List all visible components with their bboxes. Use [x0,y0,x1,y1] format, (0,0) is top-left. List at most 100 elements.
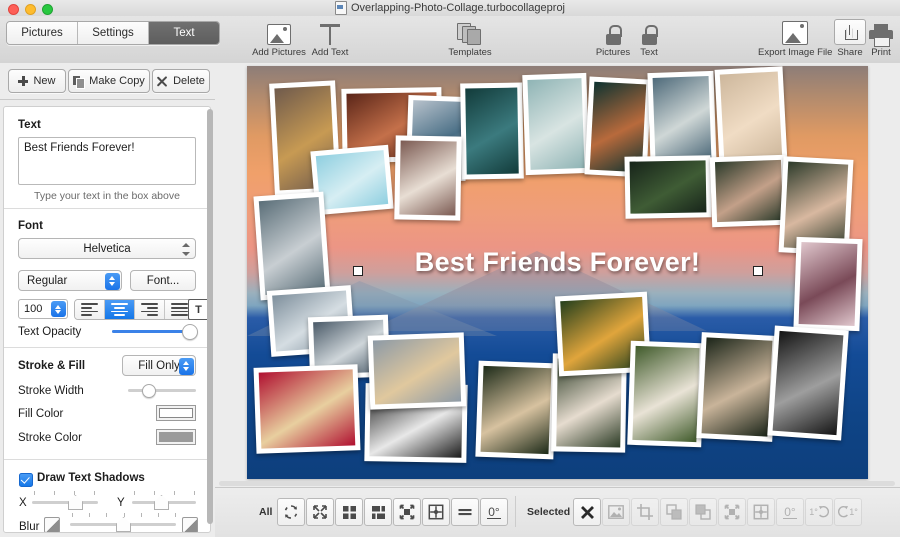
add-pictures-button[interactable]: Add Pictures [250,19,308,58]
collage-photo[interactable] [767,325,849,441]
shadow-y-label: Y [117,497,125,509]
lock-icon [594,19,632,45]
document-icon [334,1,347,15]
expand-outward-icon[interactable] [422,498,450,526]
fit-inward-icon[interactable] [393,498,421,526]
lock-pictures-button[interactable]: Pictures [594,19,632,58]
sidebar-scrollbar[interactable] [207,109,213,524]
collage-photo[interactable] [367,332,467,410]
collage-headline[interactable]: Best Friends Forever! [247,247,868,278]
draw-text-shadows-checkbox[interactable] [19,473,33,487]
selection-handle-right[interactable] [753,266,763,276]
selection-handle-left[interactable] [353,266,363,276]
toolbar-separator [515,496,516,527]
fill-color-swatch[interactable] [156,405,196,421]
text-opacity-label: Text Opacity [18,326,82,338]
templates-button[interactable]: Templates [440,19,500,58]
rotate-zero-degrees-icon[interactable]: 0° [480,498,508,526]
font-family-select[interactable]: Helvetica [18,238,196,259]
copy-icon [73,75,86,89]
delete-x-icon[interactable] [573,498,601,526]
shadow-blur-slider[interactable] [70,517,176,532]
export-image-file-button[interactable]: Export Image File [758,19,832,58]
align-center-button[interactable] [105,300,135,319]
chevron-updown-icon [51,301,66,317]
collage-canvas[interactable]: Best Friends Forever! [247,66,868,479]
new-label: New [33,75,56,87]
collage-photo[interactable] [624,155,712,219]
shadow-y-slider[interactable] [132,495,196,510]
x-icon [157,76,168,87]
stroke-color-label: Stroke Color [18,432,82,444]
fill-color-label: Fill Color [18,408,64,420]
collage-photo[interactable] [696,332,778,442]
rotate-ccw-one-degree-icon[interactable]: 1° [834,498,862,526]
collage-photo[interactable] [647,70,717,166]
text-opacity-slider[interactable] [112,324,198,340]
grid-mixed-icon[interactable] [364,498,392,526]
delete-button[interactable]: Delete [152,69,210,93]
bring-forward-icon[interactable] [689,498,717,526]
font-panel-button[interactable]: Font... [130,270,196,291]
collage-photo[interactable] [475,360,557,460]
shuffle-rotate-icon[interactable] [277,498,305,526]
expand-outward-icon[interactable] [747,498,775,526]
divider [4,347,210,348]
rotate-zero-degrees-icon[interactable]: 0° [776,498,804,526]
font-size-field[interactable]: 100 [18,299,68,319]
tab-settings[interactable]: Settings [78,22,149,44]
blur-min-icon[interactable] [44,517,60,532]
text-hint: Type your text in the box above [34,190,180,202]
blur-max-icon[interactable] [182,517,198,532]
font-style-select[interactable]: Regular [18,270,122,291]
font-family-value: Helvetica [83,242,131,255]
stroke-width-slider[interactable] [128,383,196,398]
collage-photo[interactable] [709,154,789,228]
font-size-value: 100 [24,303,43,315]
grid-equal-icon[interactable] [335,498,363,526]
canvas-horizontal-scrollbar[interactable] [219,481,895,486]
stroke-fill-mode-select[interactable]: Fill Only [122,355,196,376]
collage-photo[interactable] [793,236,863,332]
tab-pictures[interactable]: Pictures [7,22,78,44]
collage-photo[interactable] [253,191,331,301]
collage-photo[interactable] [394,135,462,221]
crop-icon[interactable] [631,498,659,526]
stroke-color-swatch[interactable] [156,429,196,445]
chevron-updown-icon [104,272,120,290]
text-t-icon [308,19,352,45]
replace-image-icon[interactable] [602,498,630,526]
left-sidebar: New Make Copy Delete Text Best Friends F… [0,63,215,536]
tab-text[interactable]: Text [149,22,219,44]
photo-thumbnail [258,197,326,295]
print-label: Print [871,47,891,58]
collage-photo[interactable] [627,340,705,448]
collage-photo[interactable] [253,364,361,454]
share-button[interactable]: Share [834,19,866,58]
scatter-icon[interactable] [306,498,334,526]
share-label: Share [837,47,863,58]
collage-photo[interactable] [460,82,524,180]
photo-thumbnail [772,330,844,436]
rotate-cw-label: 1° [809,507,818,517]
text-input[interactable]: Best Friends Forever! [18,137,196,185]
vertical-text-button[interactable]: T [188,299,209,320]
align-right-button[interactable] [135,300,165,319]
canvas-area: Best Friends Forever! [215,63,900,487]
add-text-button[interactable]: Add Text [308,19,352,58]
title-bar: Overlapping-Photo-Collage.turbocollagepr… [0,0,900,16]
align-left-button[interactable] [75,300,105,319]
new-button[interactable]: New [8,69,66,93]
shadow-x-slider[interactable] [32,495,98,510]
lock-text-button[interactable]: Text [634,19,664,58]
document-title-group: Overlapping-Photo-Collage.turbocollagepr… [0,0,900,16]
send-backward-icon[interactable] [660,498,688,526]
collage-photo[interactable] [522,72,590,176]
fit-inward-icon[interactable] [718,498,746,526]
print-button[interactable]: Print [866,19,896,58]
make-copy-button[interactable]: Make Copy [68,69,150,93]
rotate-cw-one-degree-icon[interactable]: 1° [805,498,833,526]
photo-thumbnail [480,365,552,455]
collage-photo[interactable] [714,66,788,166]
align-equal-icon[interactable] [451,498,479,526]
